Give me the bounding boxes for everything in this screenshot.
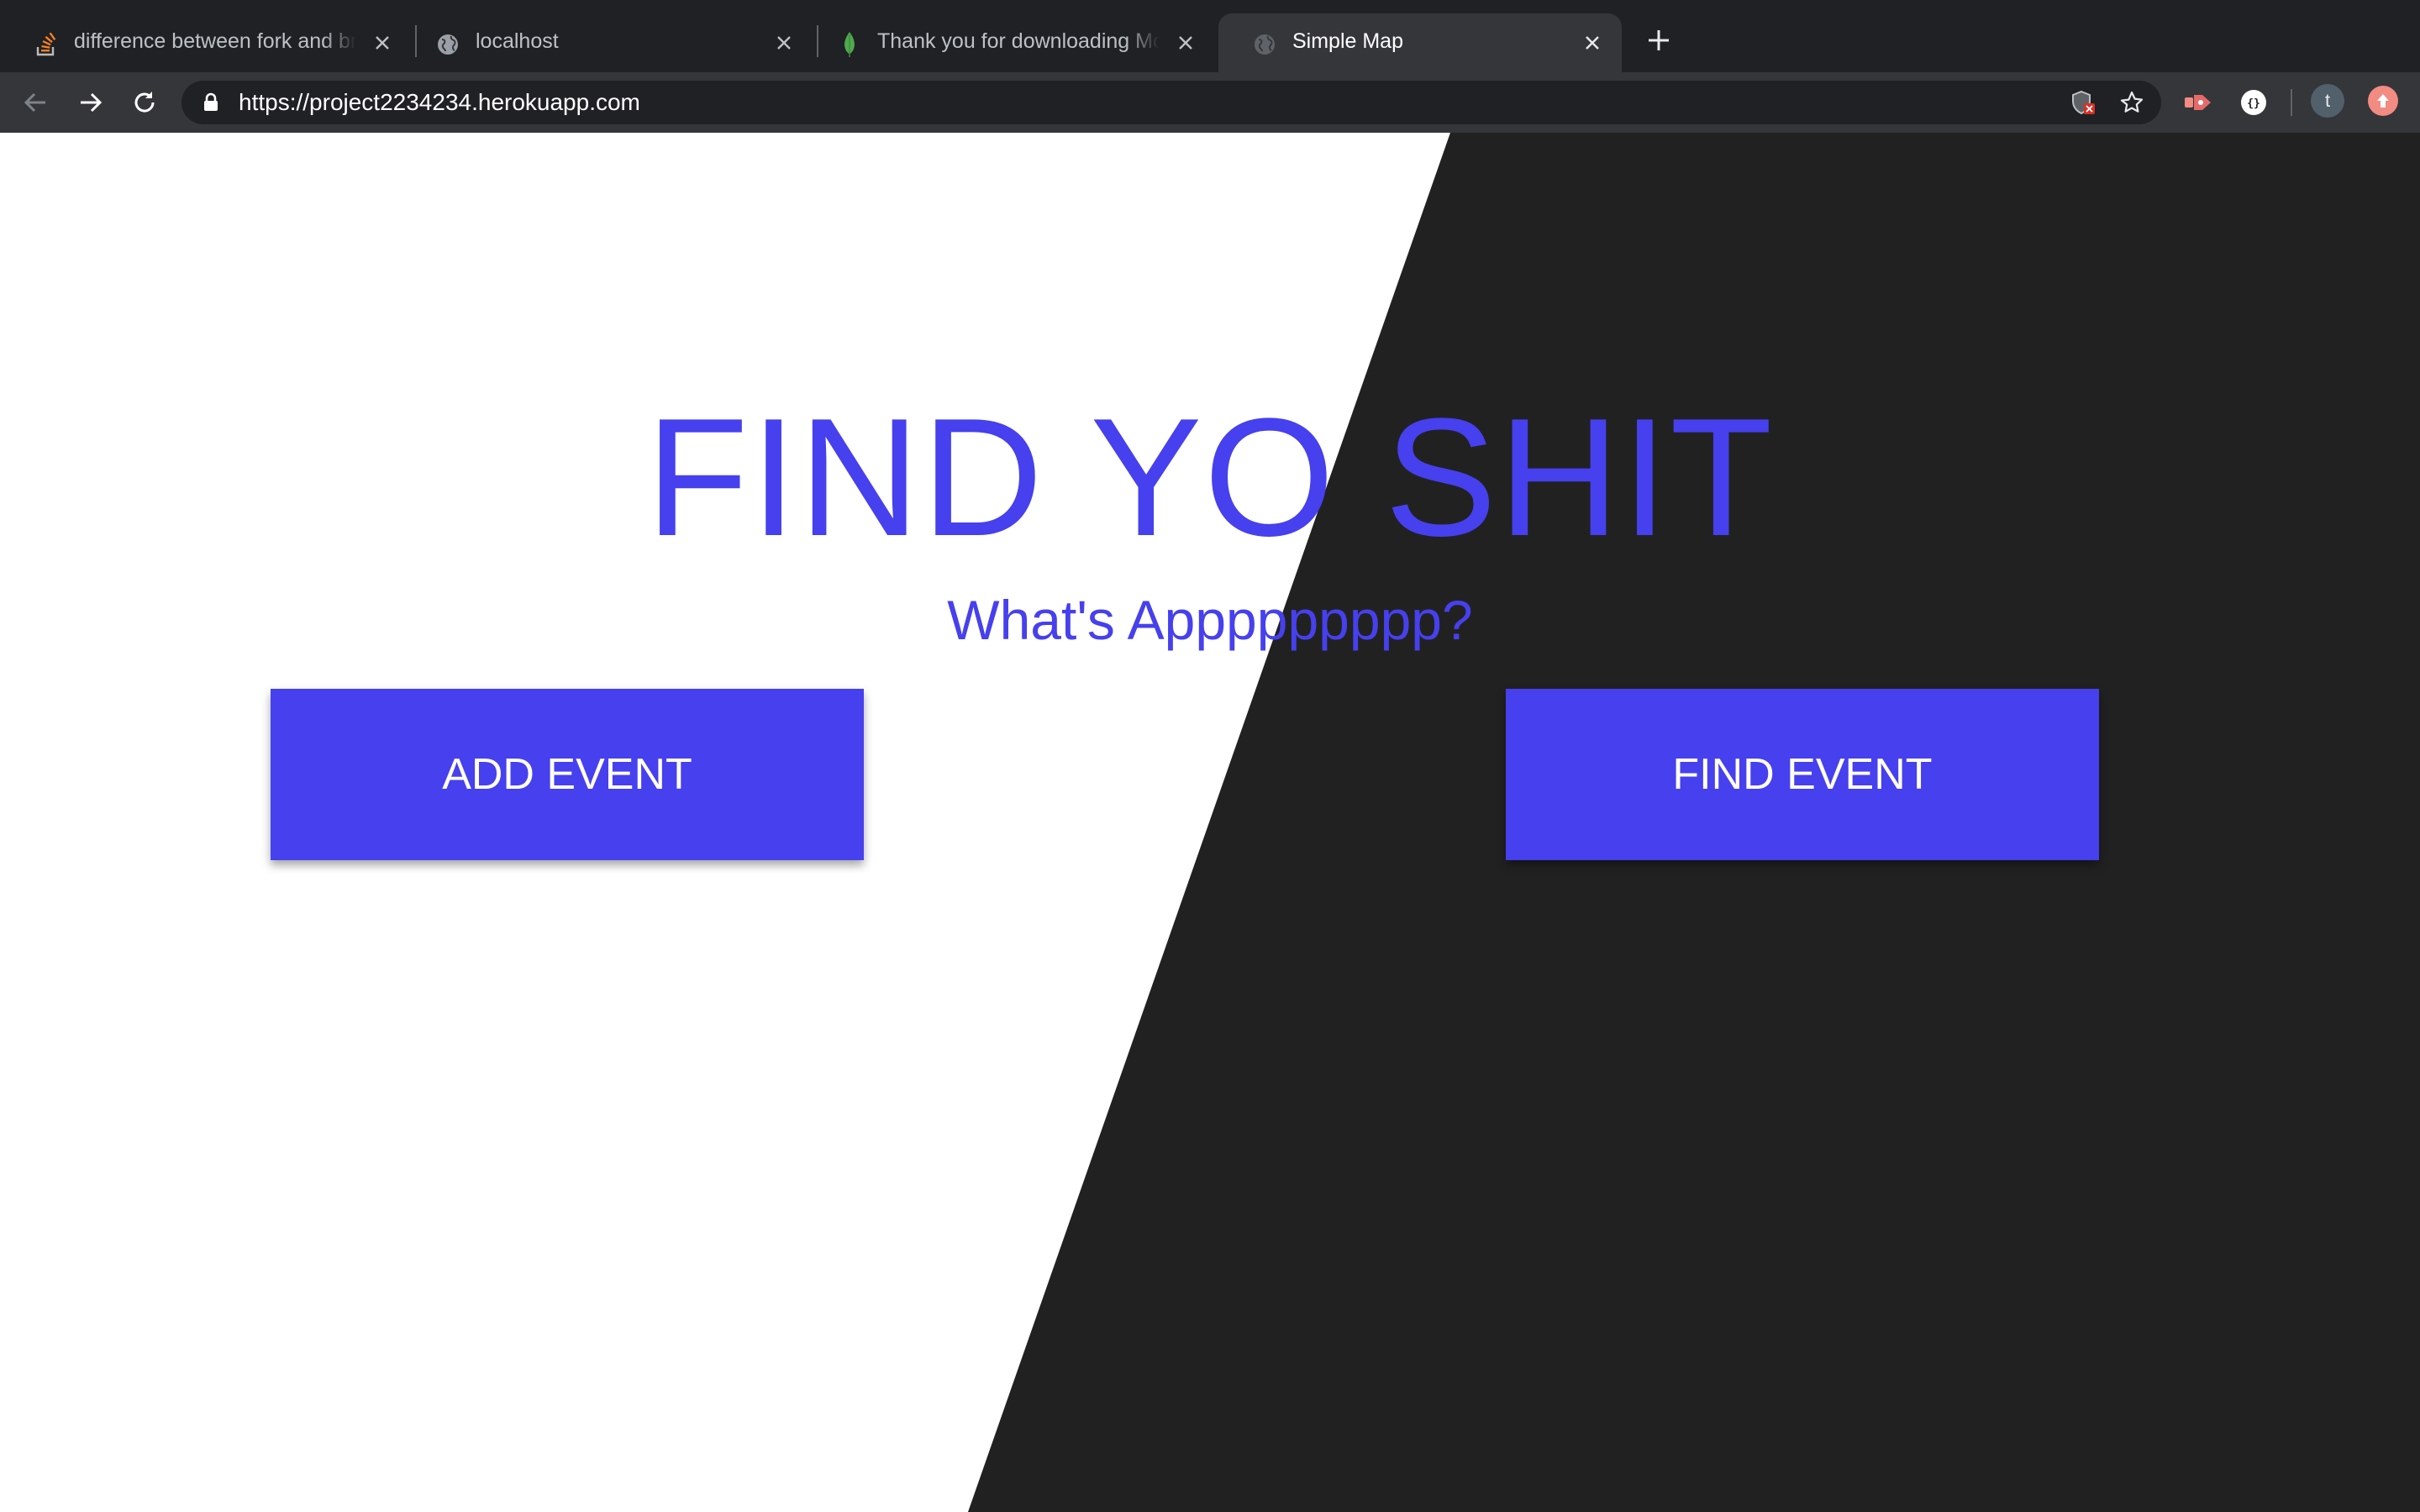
profile-avatar[interactable]: t: [2311, 84, 2344, 118]
json-viewer-icon: {}: [2241, 90, 2266, 115]
tab-close-icon[interactable]: [370, 30, 395, 55]
browser-toolbar: https://project2234234.herokuapp.com {}: [0, 72, 2420, 133]
find-event-button[interactable]: FIND EVENT: [1506, 689, 2099, 860]
page-title: FIND YO SHIT: [645, 384, 1775, 571]
reload-button[interactable]: [128, 86, 161, 119]
url-text[interactable]: https://project2234234.herokuapp.com: [239, 81, 640, 124]
stackoverflow-icon: [34, 32, 59, 57]
globe-icon: [435, 32, 460, 57]
tab-simple-map[interactable]: Simple Map: [1218, 13, 1622, 72]
svg-text:{}: {}: [2247, 97, 2260, 110]
tab-title: localhost: [476, 29, 559, 53]
mongodb-leaf-icon: [837, 32, 862, 57]
tab-close-icon[interactable]: [1173, 30, 1198, 55]
tab-stackoverflow[interactable]: difference between fork and branch on gi…: [0, 13, 412, 72]
tab-localhost[interactable]: localhost: [402, 13, 813, 72]
bookmark-star-icon[interactable]: [2118, 88, 2146, 117]
tab-mongodb[interactable]: Thank you for downloading MongoDB: [803, 13, 1215, 72]
globe-icon: [1252, 32, 1277, 57]
arrow-up-icon: [2377, 94, 2389, 108]
toolbar-divider: [2291, 89, 2292, 116]
arrow-left-icon: [24, 92, 45, 113]
forward-button[interactable]: [74, 86, 108, 119]
arrow-right-icon: [81, 92, 103, 113]
extension-button[interactable]: {}: [2238, 87, 2269, 118]
back-button[interactable]: [18, 86, 52, 119]
video-extension-icon: [2185, 95, 2211, 110]
lock-icon[interactable]: [200, 92, 222, 113]
add-event-button[interactable]: ADD EVENT: [271, 689, 864, 860]
update-button[interactable]: [2368, 86, 2398, 116]
tab-close-icon[interactable]: [771, 30, 797, 55]
new-tab-button[interactable]: [1642, 24, 1676, 57]
reload-icon: [134, 92, 155, 113]
tab-title: Thank you for downloading MongoDB: [877, 29, 1160, 53]
page-viewport: FIND YO SHIT What's Appppppppp? ADD EVEN…: [0, 133, 2420, 1512]
tab-title: Simple Map: [1292, 29, 1403, 53]
address-bar[interactable]: https://project2234234.herokuapp.com: [182, 81, 2161, 124]
tab-title: difference between fork and branch on gi…: [74, 29, 356, 53]
tab-strip: difference between fork and branch on gi…: [0, 0, 2420, 72]
tab-close-icon[interactable]: [1580, 30, 1605, 55]
shield-blocked-icon[interactable]: [2070, 90, 2096, 115]
extension-button[interactable]: [2183, 87, 2213, 118]
page-subtitle: What's Appppppppp?: [947, 589, 1473, 651]
plus-icon: [1649, 30, 1669, 50]
